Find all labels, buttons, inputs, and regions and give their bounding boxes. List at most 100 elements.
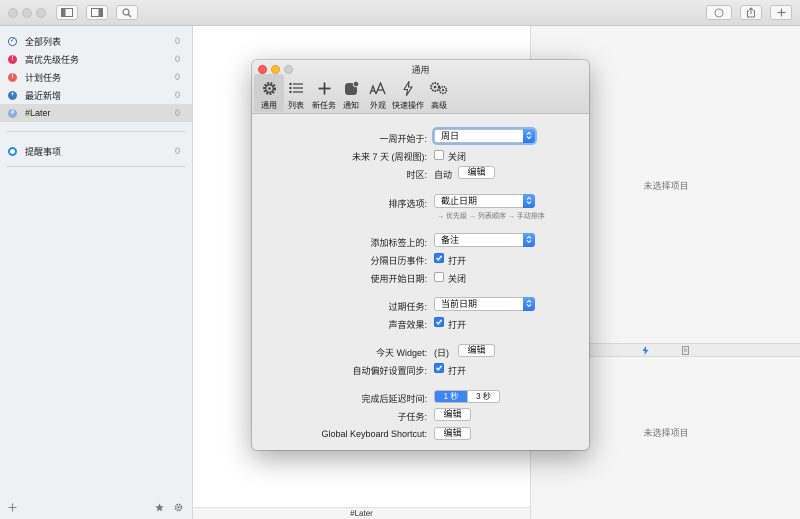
note-icon [682, 346, 689, 355]
subtasks-label: 子任务: [397, 412, 427, 422]
select-value: 周日 [441, 131, 460, 141]
checkbox-label: 关闭 [448, 274, 467, 284]
sort-hint: → 优先级 → 列表顺序 → 手动排序 [437, 213, 545, 220]
tag-icon: # [8, 108, 17, 118]
chevron-updown-icon [523, 194, 535, 208]
sound-checkbox[interactable] [434, 317, 444, 327]
preferences-window: 通用 通用 列表 新任务 通知 外观 快速操作 高级 一周开始于: 周日 未来 … [252, 60, 589, 450]
checkbox-label: 关闭 [448, 152, 467, 162]
timezone-label: 时区: [406, 170, 427, 180]
minimize-window-button[interactable] [22, 8, 32, 18]
checkbox-label: 打开 [448, 320, 467, 330]
chevron-updown-icon [523, 129, 535, 143]
complete-button[interactable] [706, 5, 732, 20]
sidebar-item-count: 0 [174, 108, 180, 118]
sidebar: ✓ 全部列表 0 ! 高优先级任务 0 ! 计划任务 0 + 最近新增 0 # … [0, 26, 193, 519]
checkbox-label: 打开 [448, 366, 467, 376]
favorites-button[interactable] [155, 503, 164, 515]
sidebar-item-all-lists[interactable]: ✓ 全部列表 0 [0, 32, 192, 50]
shortcut-edit-button[interactable]: 编辑 [434, 427, 471, 440]
zoom-window-button[interactable] [36, 8, 46, 18]
sidebar-item-count: 0 [174, 146, 180, 156]
add-list-button[interactable] [8, 503, 17, 515]
sidebar-item-count: 0 [174, 72, 180, 82]
preferences-toolbar: 通用 通用 列表 新任务 通知 外观 快速操作 高级 [252, 60, 589, 114]
overdue-select[interactable]: 当前日期 [434, 297, 535, 311]
share-button[interactable] [740, 5, 762, 20]
recent-icon: + [8, 90, 17, 100]
split-calendar-checkbox[interactable] [434, 253, 444, 263]
next-7-days-checkbox[interactable] [434, 150, 444, 160]
next-7-days-label: 未来 7 天 (周视图): [351, 152, 427, 162]
notification-icon [336, 79, 366, 97]
subtasks-edit-button[interactable]: 编辑 [434, 408, 471, 421]
search-icon [122, 7, 132, 17]
sidebar-right-icon [91, 8, 103, 17]
sidebar-item-later[interactable]: # #Later 0 [0, 104, 192, 122]
sidebar-item-label: #Later [25, 108, 51, 118]
sidebar-item-label: 全部列表 [25, 36, 62, 47]
sort-select[interactable]: 截止日期 [434, 194, 535, 208]
chevron-updown-icon [523, 233, 535, 247]
tag-add-select[interactable]: 备注 [434, 233, 535, 247]
font-size-icon [363, 79, 393, 97]
delay-1s-segment[interactable]: 1 秒 [435, 391, 467, 402]
priority-icon: ! [8, 54, 17, 64]
delay-label: 完成后延迟时间: [361, 394, 427, 404]
widget-edit-button[interactable]: 编辑 [458, 344, 495, 357]
circle-icon [714, 8, 724, 17]
use-start-date-checkbox[interactable] [434, 272, 444, 282]
sound-label: 声音效果: [388, 320, 427, 330]
gears-icon [424, 79, 454, 97]
timezone-edit-button[interactable]: 编辑 [458, 166, 495, 179]
checkmark-icon [436, 365, 443, 371]
sidebar-item-high-priority[interactable]: ! 高优先级任务 0 [0, 50, 192, 68]
week-start-label: 一周开始于: [379, 134, 427, 144]
widget-label: 今天 Widget: [375, 348, 427, 358]
auto-sync-checkbox[interactable] [434, 363, 444, 373]
settings-button[interactable] [174, 503, 183, 515]
bolt-icon [393, 79, 423, 97]
tab-advanced[interactable]: 高级 [424, 74, 454, 112]
sort-label: 排序选项: [388, 199, 427, 209]
select-value: 备注 [441, 235, 460, 245]
share-icon [747, 7, 755, 18]
sidebar-item-count: 0 [174, 54, 180, 64]
sidebar-item-reminders[interactable]: 提醒事项 0 [0, 142, 192, 160]
sidebar-divider [6, 131, 186, 132]
checkmark-icon [436, 319, 443, 325]
widget-value: (日) [434, 348, 449, 358]
toggle-detail-button[interactable] [86, 5, 108, 20]
sidebar-item-count: 0 [174, 90, 180, 100]
sidebar-item-recently-added[interactable]: + 最近新增 0 [0, 86, 192, 104]
close-window-button[interactable] [8, 8, 18, 18]
scheduled-icon: ! [8, 72, 17, 82]
split-calendar-label: 分隔日历事件: [370, 256, 427, 266]
select-value: 截止日期 [441, 196, 478, 206]
checkbox-label: 打开 [448, 256, 467, 266]
add-task-button[interactable] [770, 5, 792, 20]
sidebar-item-scheduled[interactable]: ! 计划任务 0 [0, 68, 192, 86]
toggle-sidebar-button[interactable] [56, 5, 78, 20]
auto-sync-label: 自动偏好设置同步: [352, 366, 427, 376]
sidebar-item-count: 0 [174, 36, 180, 46]
chevron-updown-icon [523, 297, 535, 311]
main-toolbar [0, 0, 800, 26]
week-start-select[interactable]: 周日 [434, 129, 535, 143]
delay-segmented-control: 1 秒 3 秒 [434, 390, 500, 403]
bolt-icon [642, 346, 649, 355]
sidebar-item-label: 提醒事项 [25, 146, 62, 157]
delay-3s-segment[interactable]: 3 秒 [467, 391, 499, 402]
sidebar-item-label: 计划任务 [25, 72, 62, 83]
sidebar-left-icon [61, 8, 73, 17]
use-start-date-label: 使用开始日期: [370, 274, 427, 284]
reminders-icon [8, 146, 17, 156]
tag-add-label: 添加标签上的: [370, 238, 427, 248]
checkmark-icon [436, 255, 443, 261]
tab-label: 高级 [431, 101, 447, 110]
list-icon [281, 79, 311, 97]
sidebar-item-label: 最近新增 [25, 90, 62, 101]
star-icon [155, 503, 164, 512]
plus-icon [777, 8, 785, 17]
search-button[interactable] [116, 5, 138, 20]
